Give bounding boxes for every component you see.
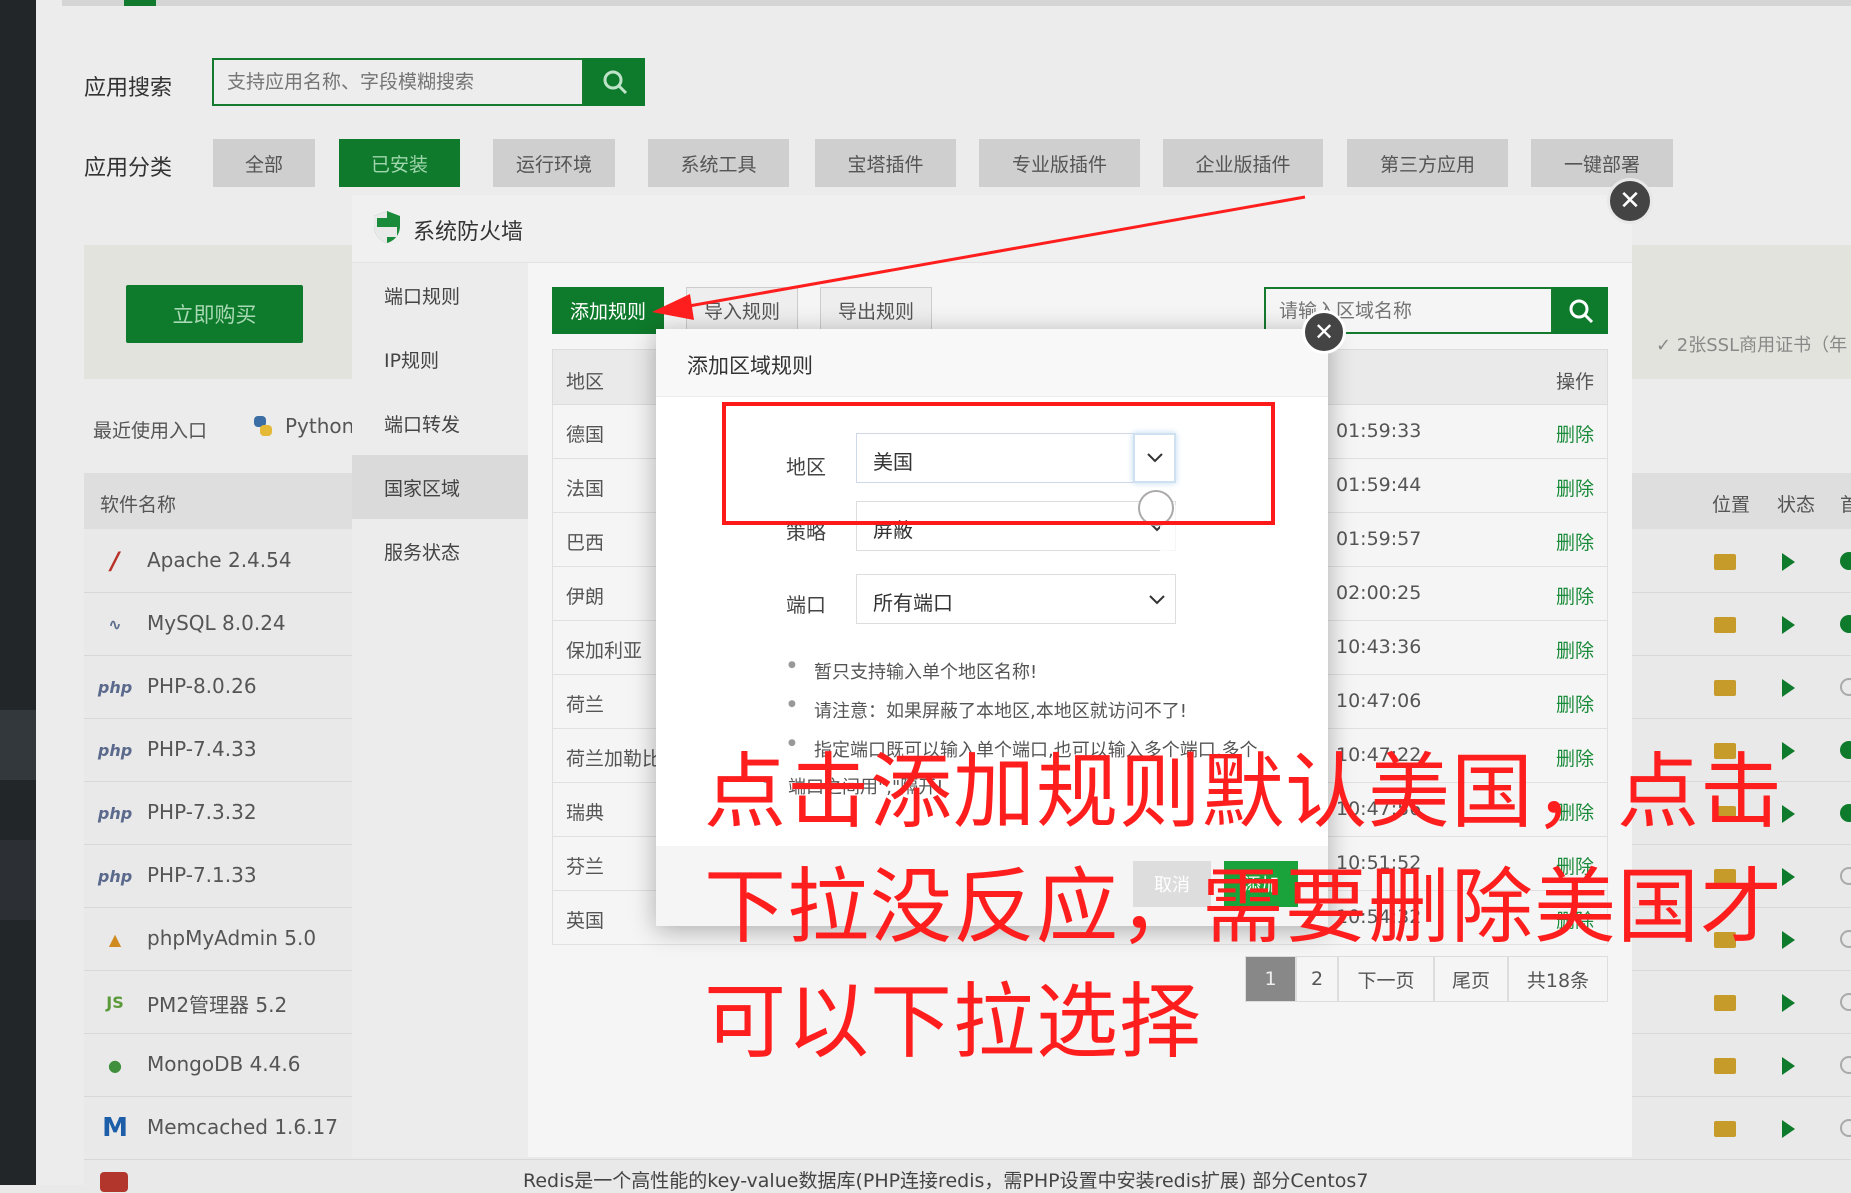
annotation-line-2: 下拉没反应，需要删除美国才 xyxy=(704,860,1784,955)
annotation-line-1: 点击添加规则默认美国，点击 xyxy=(704,745,1784,840)
annotation-line-3: 可以下拉选择 xyxy=(704,975,1203,1070)
